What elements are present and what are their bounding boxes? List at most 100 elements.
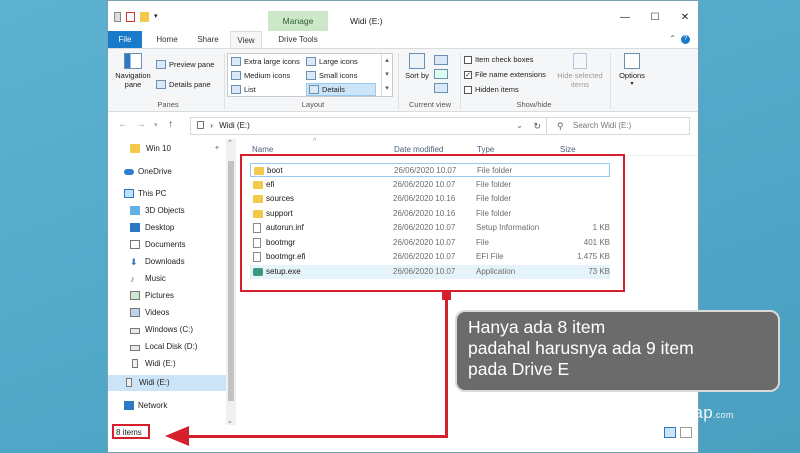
large-icons-icon <box>306 57 316 66</box>
nav-pane-scrollbar[interactable]: ⌃ ⌄ <box>226 139 236 425</box>
nav-item-local-disk-d[interactable]: Local Disk (D:) <box>108 339 226 355</box>
nav-item-music[interactable]: ♪ Music <box>108 271 226 287</box>
group-label-panes: Panes <box>157 100 179 109</box>
nav-item-desktop[interactable]: Desktop <box>108 220 226 236</box>
dropdown-arrow-icon: ▾ <box>630 81 634 87</box>
hidden-items-toggle[interactable]: Hidden items <box>464 85 519 94</box>
close-button[interactable]: ✕ <box>670 9 698 27</box>
layout-list[interactable]: List <box>231 85 256 94</box>
drive-icon <box>197 121 204 129</box>
hide-selected-items-button[interactable]: Hide selected items <box>554 53 606 89</box>
group-label-show-hide: Show/hide <box>516 100 552 109</box>
scroll-down-icon[interactable]: ⌄ <box>227 417 233 425</box>
scrollbar-thumb[interactable] <box>228 161 234 401</box>
options-button[interactable]: Options ▾ <box>614 53 650 87</box>
details-pane-button[interactable]: Details pane <box>156 80 211 89</box>
search-input[interactable]: ⚲ Search Widi (E:) <box>546 117 690 135</box>
pin-icon: ✦ <box>214 145 220 152</box>
ribbon-separator <box>224 53 225 109</box>
cube-icon <box>130 206 140 215</box>
usb-drive-icon <box>132 359 138 368</box>
properties-icon[interactable] <box>126 12 135 22</box>
ribbon-separator <box>460 53 461 109</box>
window-title: Widi (E:) <box>350 16 383 26</box>
layout-extra-large-icons[interactable]: Extra large icons <box>231 57 300 66</box>
layout-scroll-arrows[interactable]: ▴ ▾ ▾ <box>381 54 392 96</box>
navigation-pane: Win 10 ✦ OneDrive This PC 3D Objects Des… <box>108 139 236 425</box>
folder-icon <box>130 144 140 153</box>
ribbon: Navigation pane Preview pane Details pan… <box>108 48 698 112</box>
customize-qat-icon[interactable]: ▾ <box>154 12 160 22</box>
search-icon: ⚲ <box>557 121 564 131</box>
watermark: Tutorialengkap.com <box>597 403 734 422</box>
tab-drive-tools[interactable]: Drive Tools <box>268 31 328 48</box>
ribbon-separator <box>398 53 399 109</box>
nav-item-videos[interactable]: Videos <box>108 305 226 321</box>
layout-small-icons[interactable]: Small icons <box>306 71 357 80</box>
group-by-icon[interactable] <box>434 55 448 65</box>
forward-icon[interactable]: → <box>136 119 146 130</box>
column-header-date[interactable]: Date modified <box>394 145 443 154</box>
nav-item-pictures[interactable]: Pictures <box>108 288 226 304</box>
drive-icon[interactable] <box>114 12 121 22</box>
maximize-button[interactable]: ☐ <box>640 9 670 27</box>
address-bar[interactable]: › Widi (E:) ⌄ ↻ <box>190 117 550 135</box>
column-header-size[interactable]: Size <box>560 145 576 154</box>
annotation-callout: Hanya ada 8 item padahal harusnya ada 9 … <box>455 310 780 392</box>
collapse-ribbon-icon[interactable]: ⌃ <box>669 34 676 43</box>
sort-indicator-icon: ^ <box>313 138 317 145</box>
quick-access-toolbar: ▾ <box>114 12 160 22</box>
tab-home[interactable]: Home <box>150 31 184 48</box>
file-name-extensions-toggle[interactable]: ✓ File name extensions <box>464 70 546 79</box>
refresh-icon[interactable]: ↻ <box>533 118 541 134</box>
column-header-type[interactable]: Type <box>477 145 494 154</box>
size-columns-icon[interactable] <box>434 83 448 93</box>
breadcrumb[interactable]: Widi (E:) <box>219 121 250 130</box>
up-icon[interactable]: ↑ <box>168 119 173 130</box>
medium-icons-icon <box>231 71 241 80</box>
preview-pane-button[interactable]: Preview pane <box>156 60 214 69</box>
nav-item-downloads[interactable]: ⬇ Downloads <box>108 254 226 270</box>
nav-item-3d-objects[interactable]: 3D Objects <box>108 203 226 219</box>
nav-item-widi-e[interactable]: Widi (E:) <box>108 356 226 372</box>
navigation-pane-icon <box>124 53 142 69</box>
layout-gallery: Extra large icons Large icons Medium ico… <box>227 53 393 97</box>
tab-share[interactable]: Share <box>191 31 225 48</box>
manage-context-tab[interactable]: Manage <box>268 11 328 31</box>
nav-item-documents[interactable]: Documents <box>108 237 226 253</box>
column-header-name[interactable]: Name <box>252 145 273 154</box>
drive-icon <box>130 345 140 351</box>
documents-icon <box>130 240 140 249</box>
minimize-button[interactable]: — <box>610 9 640 27</box>
tab-view[interactable]: View <box>230 31 262 48</box>
drive-icon <box>130 328 140 334</box>
nav-item-win10[interactable]: Win 10 ✦ <box>108 141 226 157</box>
layout-details[interactable]: Details <box>306 83 376 96</box>
layout-large-icons[interactable]: Large icons <box>306 57 358 66</box>
details-icon <box>309 85 319 94</box>
nav-item-onedrive[interactable]: OneDrive <box>108 164 226 180</box>
add-columns-icon[interactable] <box>434 69 448 79</box>
nav-item-widi-e-selected[interactable]: Widi (E:) <box>108 375 226 391</box>
back-icon[interactable]: ← <box>118 119 128 130</box>
list-icon <box>231 85 241 94</box>
connector-line-horizontal <box>186 435 448 438</box>
sort-by-button[interactable]: Sort by <box>404 53 430 80</box>
nav-item-network[interactable]: Network <box>108 398 226 414</box>
usb-drive-icon <box>126 378 132 387</box>
new-folder-icon[interactable] <box>140 12 149 22</box>
recent-locations-icon[interactable]: ▾ <box>154 121 158 129</box>
details-view-icon[interactable] <box>664 427 676 438</box>
address-dropdown-icon[interactable]: ⌄ <box>516 118 523 134</box>
checkbox-checked-icon: ✓ <box>464 70 472 79</box>
scroll-up-icon[interactable]: ⌃ <box>227 139 233 147</box>
layout-medium-icons[interactable]: Medium icons <box>231 71 290 80</box>
item-check-boxes-toggle[interactable]: Item check boxes <box>464 55 533 64</box>
nav-item-windows-c[interactable]: Windows (C:) <box>108 322 226 338</box>
help-icon[interactable]: ? <box>681 35 690 44</box>
pictures-icon <box>130 291 140 300</box>
large-icons-view-icon[interactable] <box>680 427 692 438</box>
navigation-pane-button[interactable]: Navigation pane <box>114 53 152 89</box>
tab-file[interactable]: File <box>108 31 142 48</box>
nav-item-this-pc[interactable]: This PC <box>108 186 226 202</box>
